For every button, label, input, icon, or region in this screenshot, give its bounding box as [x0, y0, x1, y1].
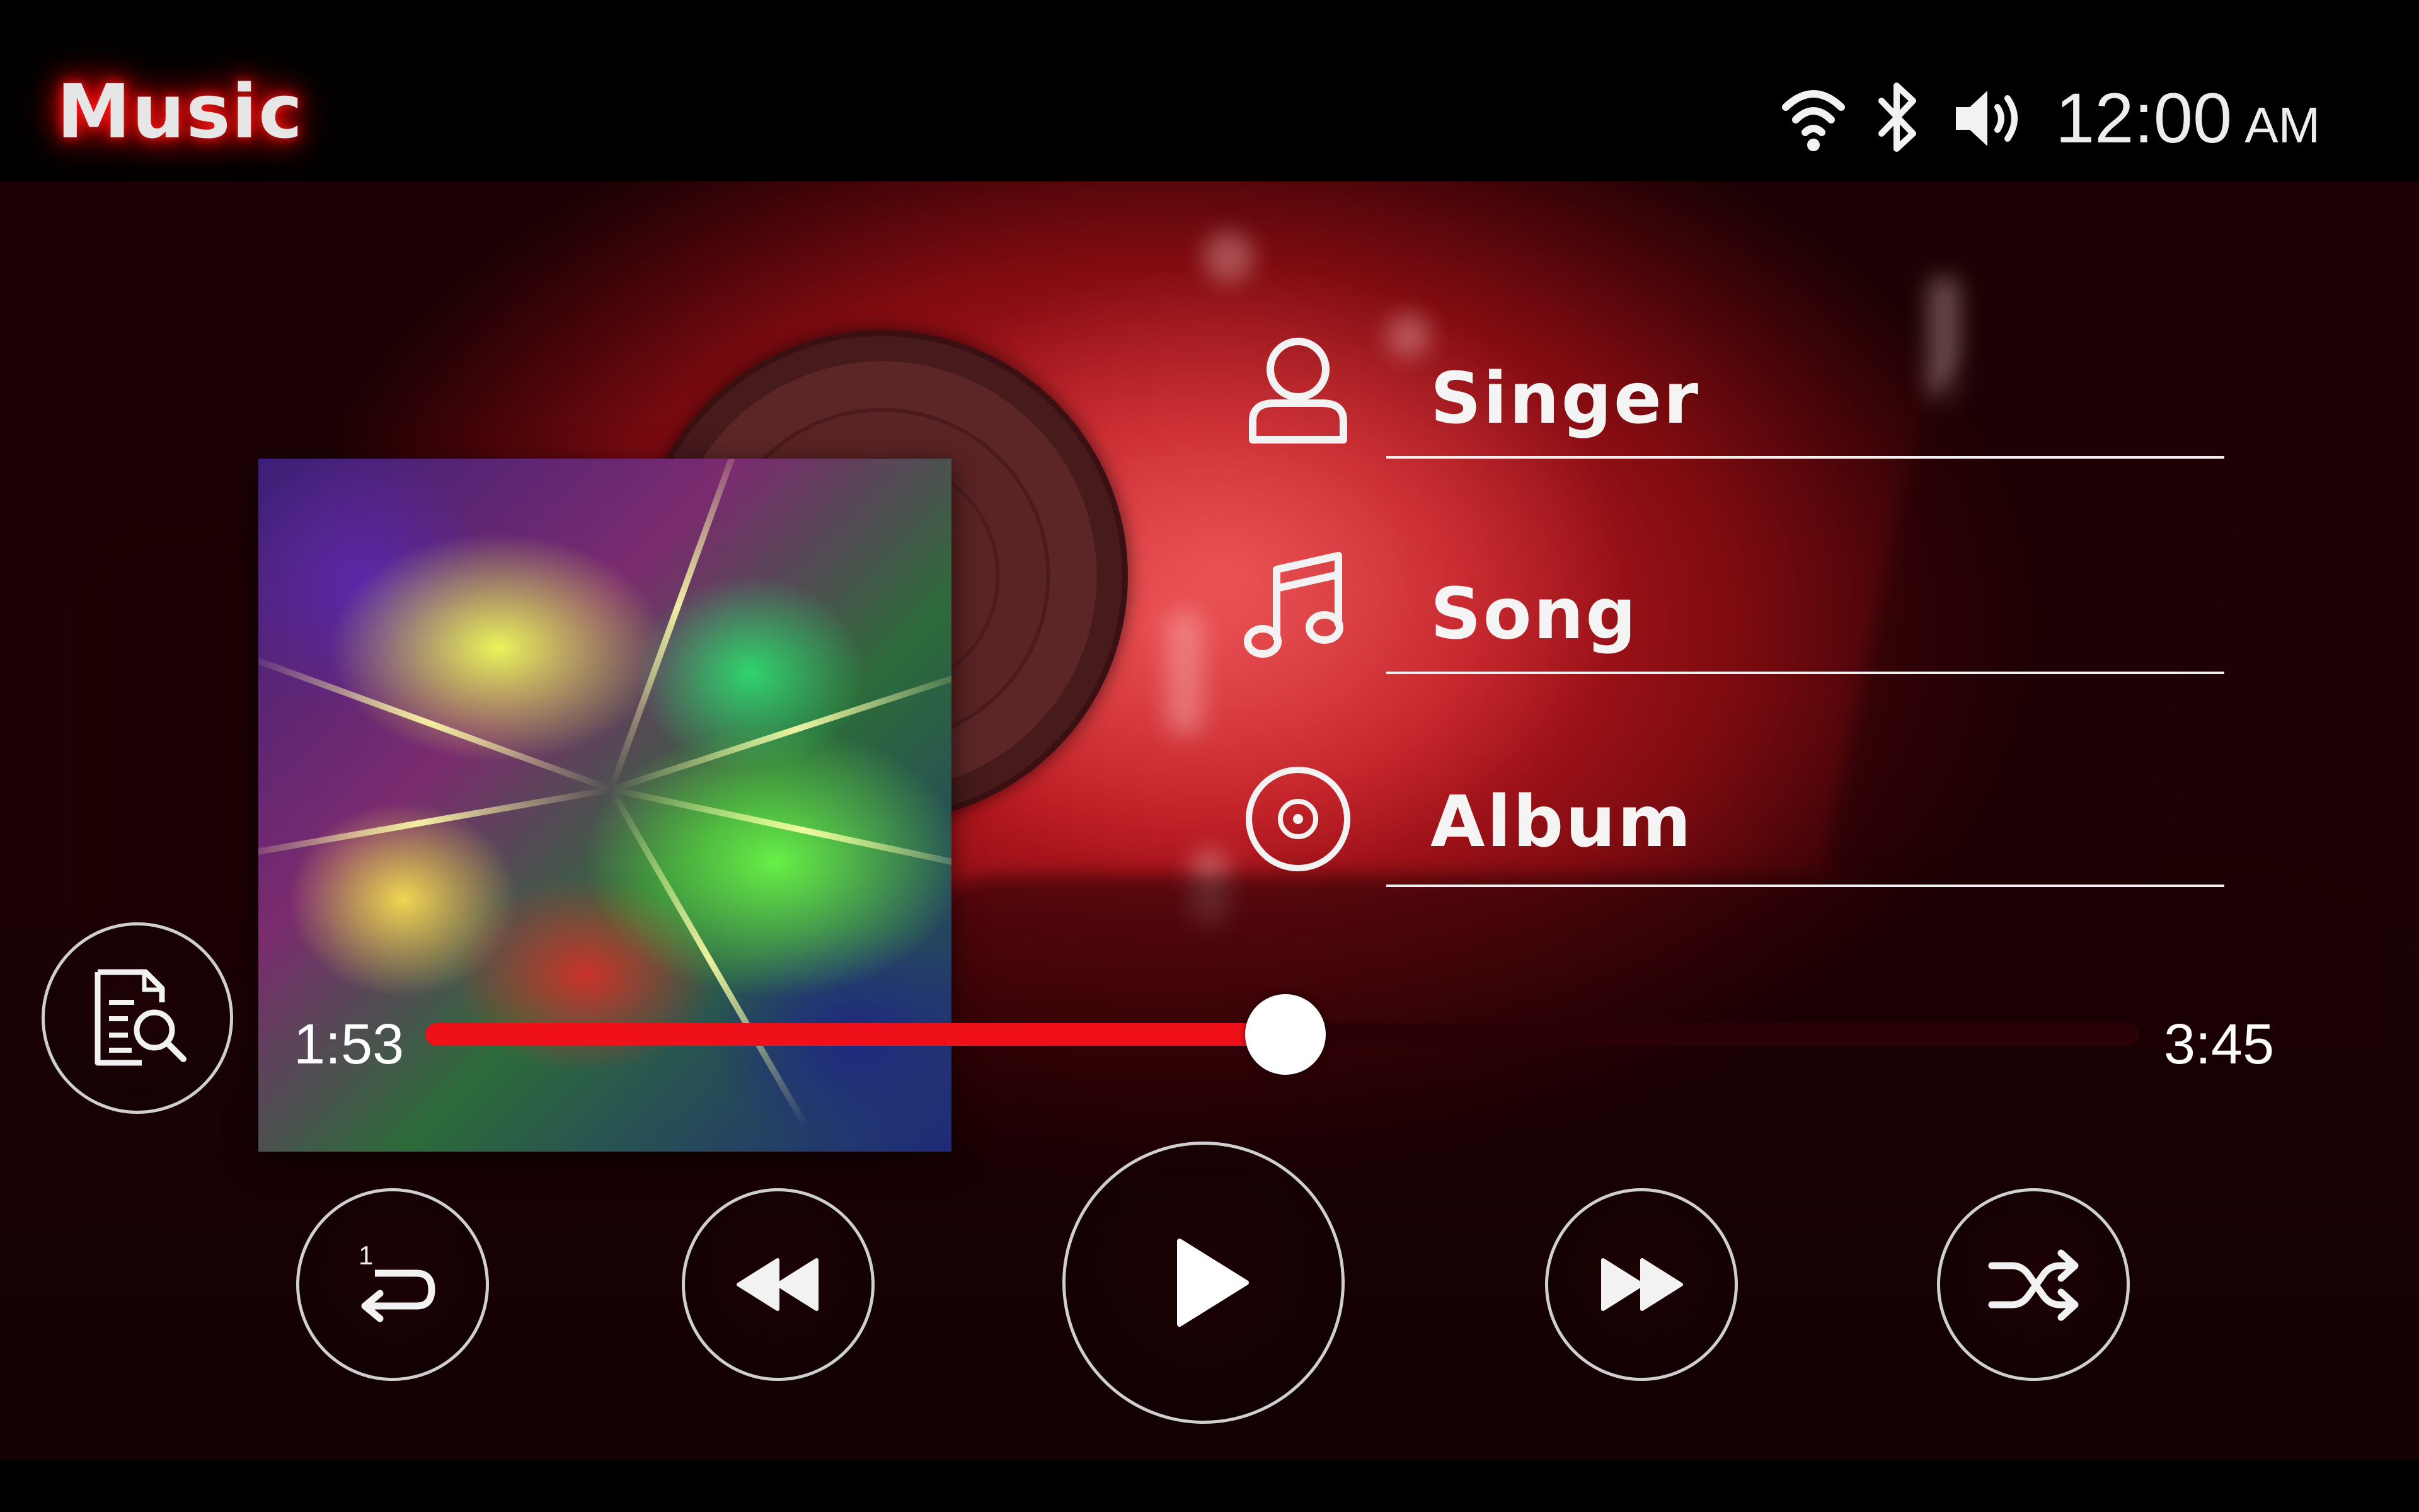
singer-underline [1386, 456, 2224, 459]
file-search-icon [95, 969, 187, 1066]
fast-forward-button[interactable] [1545, 1188, 1738, 1381]
wifi-status [1782, 74, 1845, 163]
album-row[interactable]: Album [1241, 762, 2224, 907]
album-art-ray [608, 459, 748, 791]
volume-icon [1956, 91, 2018, 146]
total-duration: 3:45 [2164, 1013, 2275, 1076]
bluetooth-icon [1878, 83, 1916, 152]
bluetooth-status [1873, 74, 1923, 163]
progress-knob[interactable] [1245, 994, 1326, 1075]
clock: 12:00 AM [2055, 74, 2320, 163]
browse-button[interactable] [42, 922, 233, 1114]
elapsed-time: 1:53 [294, 1013, 405, 1076]
album-art-ray [610, 665, 951, 793]
song-label: Song [1430, 573, 1638, 655]
app-title: Music [57, 68, 304, 155]
rewind-button[interactable] [682, 1188, 875, 1381]
album-art-ray [608, 788, 810, 1130]
wifi-icon [1782, 90, 1845, 151]
status-bar: Music 12:00 AM [0, 0, 2419, 181]
song-row[interactable]: Song [1241, 548, 2224, 693]
fast-forward-icon [1601, 1258, 1683, 1311]
repeat-button[interactable]: 1 [296, 1188, 489, 1381]
clock-time: 12:00 [2055, 79, 2232, 158]
volume-status [1951, 74, 2026, 163]
album-label: Album [1430, 781, 1693, 863]
album-art-ray [258, 653, 612, 793]
album-art-ray [610, 786, 951, 874]
music-note-icon [1244, 552, 1343, 658]
song-underline [1386, 672, 2224, 674]
album-underline [1386, 885, 2224, 887]
bottom-bar [0, 1460, 2419, 1512]
album-art-ray [258, 786, 612, 861]
rewind-icon [737, 1258, 819, 1311]
disc-icon [1246, 767, 1350, 871]
music-player-screen: Music 12:00 AM Singer Song Album 1:53 3:… [0, 0, 2419, 1512]
repeat-badge: 1 [359, 1240, 373, 1270]
progress-fill [425, 1023, 1286, 1046]
singer-row[interactable]: Singer [1241, 333, 2224, 478]
progress-bar[interactable] [425, 994, 2139, 1075]
player-background: Singer Song Album 1:53 3:45 1 [0, 181, 2419, 1460]
shuffle-button[interactable] [1937, 1188, 2130, 1381]
play-button[interactable] [1062, 1142, 1345, 1424]
play-icon [1177, 1239, 1249, 1327]
clock-ampm: AM [2244, 97, 2321, 153]
singer-label: Singer [1430, 358, 1701, 440]
shuffle-icon [1988, 1249, 2079, 1321]
person-icon [1249, 338, 1347, 444]
repeat-one-icon: 1 [359, 1240, 435, 1322]
